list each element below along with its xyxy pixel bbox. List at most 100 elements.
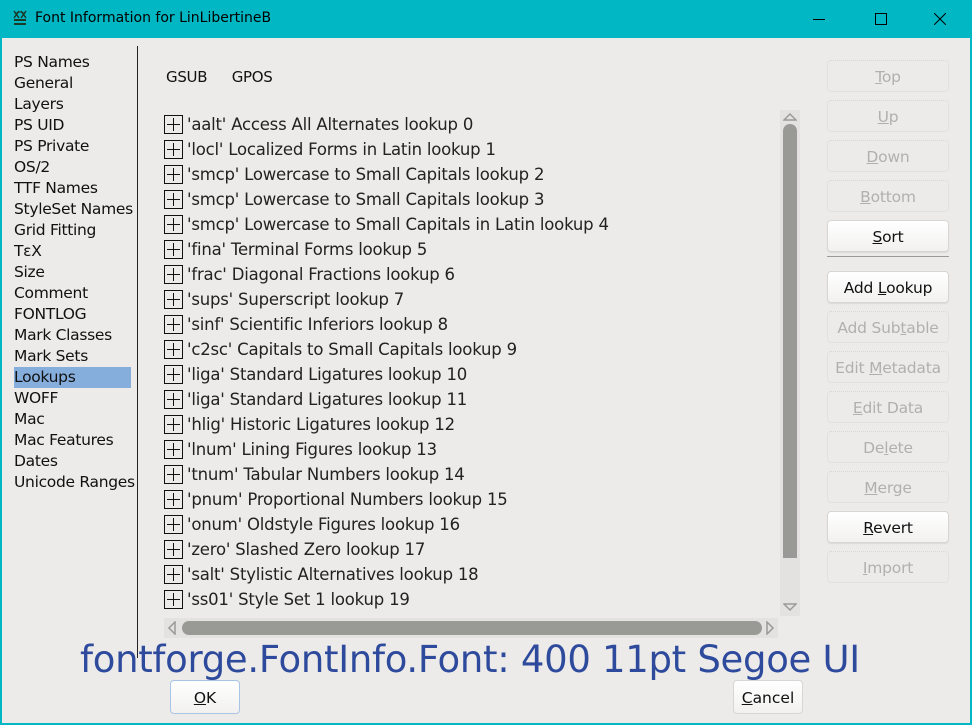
lookup-label: 'frac' Diagonal Fractions lookup 6 [187,265,455,284]
add-lookup-button[interactable]: Add Lookup [827,271,949,303]
sidebar-item-ps-uid[interactable]: PS UID [14,115,138,136]
horizontal-scroll-thumb[interactable] [182,621,762,635]
button-mnemonic: M [864,479,878,497]
sidebar-item-os2[interactable]: OS/2 [14,157,138,178]
import-button[interactable]: Import [827,551,949,583]
lookup-label: 'pnum' Proportional Numbers lookup 15 [187,490,508,509]
lookup-row[interactable]: 'liga' Standard Ligatures lookup 11 [162,387,777,412]
sort-button[interactable]: Sort [827,220,949,252]
vertical-scrollbar[interactable] [780,110,800,616]
bottom-button[interactable]: Bottom [827,180,949,212]
expand-plus-icon[interactable] [164,315,183,334]
cancel-button[interactable]: Cancel [733,680,803,714]
sidebar-item-size[interactable]: Size [14,262,138,283]
vertical-scroll-thumb[interactable] [783,124,797,558]
sidebar-item-comment[interactable]: Comment [14,283,138,304]
sidebar-item-ttf-names[interactable]: TTF Names [14,178,138,199]
minimize-button[interactable] [796,0,842,38]
sidebar-item-mark-sets[interactable]: Mark Sets [14,346,138,367]
expand-plus-icon[interactable] [164,215,183,234]
tab-gpos[interactable]: GPOS [232,68,273,86]
lookup-row[interactable]: 'liga' Standard Ligatures lookup 10 [162,362,777,387]
sidebar-item-general[interactable]: General [14,73,138,94]
expand-plus-icon[interactable] [164,490,183,509]
sidebar-item-woff[interactable]: WOFF [14,388,138,409]
add-subtable-button[interactable]: Add Subtable [827,311,949,343]
lookup-row[interactable]: 'zero' Slashed Zero lookup 17 [162,537,777,562]
up-button[interactable]: Up [827,100,949,132]
sidebar-item-mac[interactable]: Mac [14,409,138,430]
horizontal-scrollbar[interactable] [164,618,778,638]
tab-gsub[interactable]: GSUB [166,68,208,86]
button-label-post: evert [873,519,913,537]
expand-plus-icon[interactable] [164,165,183,184]
expand-plus-icon[interactable] [164,540,183,559]
lookup-row[interactable]: 'smcp' Lowercase to Small Capitals looku… [162,162,777,187]
expand-plus-icon[interactable] [164,140,183,159]
delete-button[interactable]: Delete [827,431,949,463]
sidebar-item-unicode-ranges[interactable]: Unicode Ranges [14,472,138,493]
expand-plus-icon[interactable] [164,565,183,584]
lookup-row[interactable]: 'c2sc' Capitals to Small Capitals lookup… [162,337,777,362]
lookup-row[interactable]: 'smcp' Lowercase to Small Capitals in La… [162,212,777,237]
edit-data-button[interactable]: Edit Data [827,391,949,423]
lookup-row[interactable]: 'hlig' Historic Ligatures lookup 12 [162,412,777,437]
expand-plus-icon[interactable] [164,415,183,434]
down-button[interactable]: Down [827,140,949,172]
lookup-row[interactable]: 'fina' Terminal Forms lookup 5 [162,237,777,262]
maximize-button[interactable] [858,0,904,38]
scroll-up-arrow-icon[interactable] [783,112,797,122]
lookup-row[interactable]: 'lnum' Lining Figures lookup 13 [162,437,777,462]
lookup-row[interactable]: 'sinf' Scientific Inferiors lookup 8 [162,312,777,337]
merge-button[interactable]: Merge [827,471,949,503]
lookup-row[interactable]: 'frac' Diagonal Fractions lookup 6 [162,262,777,287]
lookup-row[interactable]: 'sups' Superscript lookup 7 [162,287,777,312]
sidebar-item-lookups[interactable]: Lookups [14,367,131,388]
expand-plus-icon[interactable] [164,590,183,609]
lookup-row[interactable]: 'pnum' Proportional Numbers lookup 15 [162,487,777,512]
revert-button[interactable]: Revert [827,511,949,543]
scroll-left-arrow-icon[interactable] [167,621,177,635]
scroll-down-arrow-icon[interactable] [783,602,797,612]
edit-metadata-button[interactable]: Edit Metadata [827,351,949,383]
sidebar-item-layers[interactable]: Layers [14,94,138,115]
lookup-row[interactable]: 'aalt' Access All Alternates lookup 0 [162,112,777,137]
ok-button[interactable]: OK [170,680,240,714]
sidebar-item-fontlog[interactable]: FONTLOG [14,304,138,325]
lookup-row[interactable]: 'salt' Stylistic Alternatives lookup 18 [162,562,777,587]
expand-plus-icon[interactable] [164,240,183,259]
lookup-row[interactable]: 'smcp' Lowercase to Small Capitals looku… [162,187,777,212]
close-button[interactable] [917,0,963,38]
sidebar-item-ps-names[interactable]: PS Names [14,52,138,73]
expand-plus-icon[interactable] [164,115,183,134]
expand-plus-icon[interactable] [164,365,183,384]
sidebar-item-ps-private[interactable]: PS Private [14,136,138,157]
expand-plus-icon[interactable] [164,340,183,359]
lookup-label: 'liga' Standard Ligatures lookup 11 [187,390,468,409]
expand-plus-icon[interactable] [164,265,183,284]
expand-plus-icon[interactable] [164,515,183,534]
expand-plus-icon[interactable] [164,390,183,409]
expand-plus-icon[interactable] [164,465,183,484]
lookup-row[interactable]: 'onum' Oldstyle Figures lookup 16 [162,512,777,537]
button-label-post: ete [888,439,913,457]
lookup-row[interactable]: 'tnum' Tabular Numbers lookup 14 [162,462,777,487]
top-button[interactable]: Top [827,60,949,92]
lookup-label: 'fina' Terminal Forms lookup 5 [187,240,428,259]
title-bar[interactable]: Font Information for LinLibertineB [0,0,972,38]
sidebar-item-grid-fitting[interactable]: Grid Fitting [14,220,138,241]
lookup-row[interactable]: 'ss01' Style Set 1 lookup 19 [162,587,777,612]
sidebar-item-mac-features[interactable]: Mac Features [14,430,138,451]
lookup-label: 'ss01' Style Set 1 lookup 19 [187,590,410,609]
scroll-right-arrow-icon[interactable] [765,621,775,635]
sidebar-item-dates[interactable]: Dates [14,451,138,472]
lookup-row[interactable]: 'locl' Localized Forms in Latin lookup 1 [162,137,777,162]
expand-plus-icon[interactable] [164,190,183,209]
cancel-label-rest: ancel [752,689,795,707]
sidebar-item-styleset-names[interactable]: StyleSet Names [14,199,138,220]
sidebar-item-tex[interactable]: TεX [14,241,138,262]
expand-plus-icon[interactable] [164,290,183,309]
expand-plus-icon[interactable] [164,440,183,459]
lookup-list[interactable]: 'aalt' Access All Alternates lookup 0 'lo… [162,112,777,612]
sidebar-item-mark-classes[interactable]: Mark Classes [14,325,138,346]
